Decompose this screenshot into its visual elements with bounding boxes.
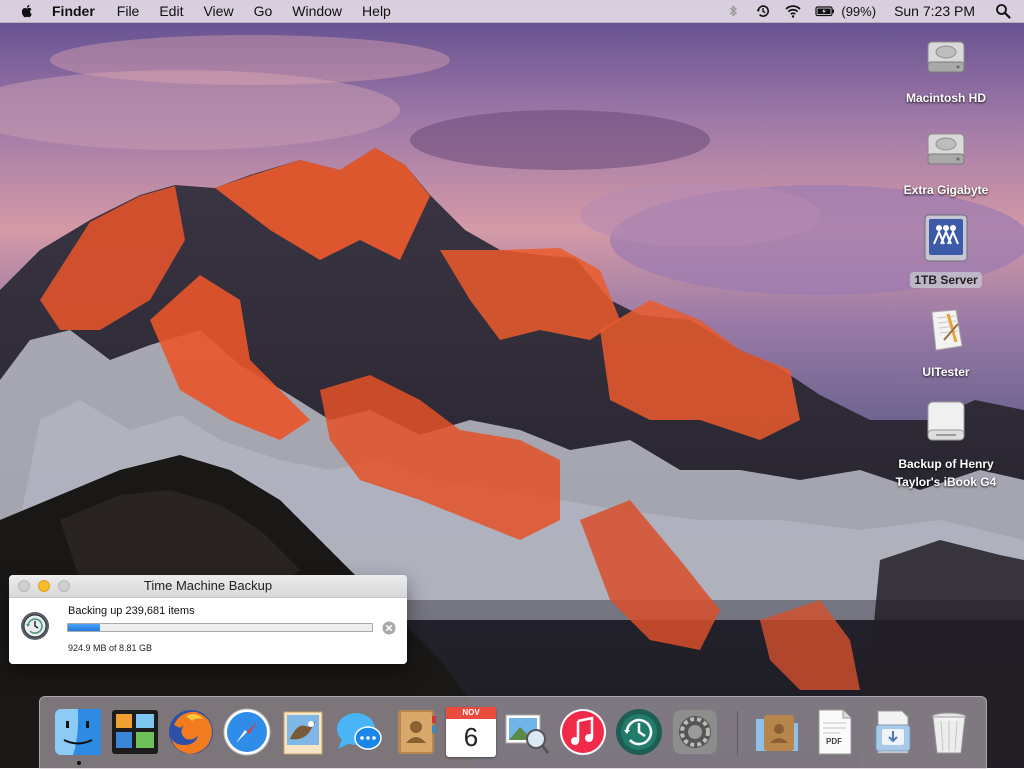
desktop-icon-1tb-server[interactable]: 1TB Server [886, 214, 1006, 289]
safari-icon[interactable] [222, 707, 272, 757]
time-machine-icon [21, 612, 49, 640]
dock: NOV 6 PDF [39, 696, 987, 769]
downloads-stack-icon[interactable] [868, 707, 918, 757]
time-machine-icon[interactable] [614, 707, 664, 757]
spotlight-icon[interactable] [995, 3, 1011, 19]
menu-help[interactable]: Help [362, 3, 391, 19]
time-machine-window: Time Machine Backup Backing up 239,681 i… [9, 575, 407, 664]
desktop-icon-label: 1TB Server [910, 272, 982, 288]
menu-go[interactable]: Go [254, 3, 273, 19]
desktop-icon-uitester[interactable]: UITester [886, 306, 1006, 381]
calendar-icon[interactable]: NOV 6 [446, 707, 496, 757]
application-icon [931, 309, 963, 351]
preview-icon[interactable] [502, 707, 552, 757]
window-minimize-button[interactable] [38, 580, 50, 592]
calendar-month: NOV [446, 707, 496, 719]
menu-window[interactable]: Window [292, 3, 342, 19]
document-icon [818, 709, 852, 755]
pdf-badge: PDF [826, 737, 842, 746]
desktop-icon-label-line2: Taylor's iBook G4 [895, 475, 997, 489]
menu-clock[interactable]: Sun 7:23 PM [894, 3, 975, 19]
system-preferences-icon[interactable] [670, 707, 720, 757]
window-title: Time Machine Backup [143, 578, 273, 593]
network-server-icon [924, 214, 968, 262]
time-machine-menu-icon[interactable] [755, 3, 771, 19]
backup-progress-bar [67, 623, 373, 632]
applications-folder-icon[interactable] [752, 707, 802, 757]
itunes-icon[interactable] [558, 707, 608, 757]
menu-bar: Finder File Edit View Go Window Help (99… [0, 0, 1024, 23]
bluetooth-icon[interactable] [725, 3, 741, 19]
desktop-icon-extra-gigabyte[interactable]: Extra Gigabyte [886, 124, 1006, 199]
window-content: Backing up 239,681 items 924.9 MB of 8.8… [9, 598, 407, 664]
desktop-icon-label: UITester [922, 365, 970, 379]
desktop-icon-label-line1: Backup of Henry [898, 457, 994, 471]
contacts-icon[interactable] [390, 707, 440, 757]
pdf-document-icon[interactable]: PDF [810, 707, 860, 757]
window-titlebar[interactable]: Time Machine Backup [9, 575, 407, 598]
desktop-icon-macintosh-hd[interactable]: Macintosh HD [886, 32, 1006, 107]
running-indicator [77, 761, 81, 765]
backup-size-detail: 924.9 MB of 8.81 GB [68, 643, 153, 653]
mission-control-icon[interactable] [110, 707, 160, 757]
hard-drive-icon [927, 41, 965, 73]
battery-icon[interactable] [815, 3, 835, 19]
wifi-icon[interactable] [785, 3, 801, 19]
menu-file[interactable]: File [117, 3, 140, 19]
window-close-button[interactable] [18, 580, 30, 592]
menu-view[interactable]: View [203, 3, 233, 19]
external-drive-icon [927, 401, 965, 441]
desktop-icon-label: Macintosh HD [905, 91, 986, 105]
finder-icon[interactable] [53, 707, 103, 757]
desktop-icon-backup-ibook[interactable]: Backup of Henry Taylor's iBook G4 [886, 398, 1006, 491]
backup-status-text: Backing up 239,681 items [68, 605, 195, 617]
menu-edit[interactable]: Edit [159, 3, 183, 19]
window-zoom-button[interactable] [58, 580, 70, 592]
stop-backup-button[interactable] [382, 621, 396, 635]
mail-icon[interactable] [278, 707, 328, 757]
trash-icon[interactable] [924, 707, 974, 757]
messages-icon[interactable] [334, 707, 384, 757]
desktop-icon-label: Extra Gigabyte [903, 183, 989, 197]
apple-icon[interactable] [19, 3, 35, 19]
firefox-icon[interactable] [166, 707, 216, 757]
dock-separator [737, 711, 738, 755]
menu-extras: (99%) Sun 7:23 PM [725, 0, 1024, 22]
hard-drive-icon [927, 133, 965, 165]
battery-percentage: (99%) [841, 3, 877, 19]
progress-fill [68, 624, 100, 631]
calendar-day: 6 [463, 722, 479, 752]
menu-app-finder[interactable]: Finder [52, 3, 95, 19]
